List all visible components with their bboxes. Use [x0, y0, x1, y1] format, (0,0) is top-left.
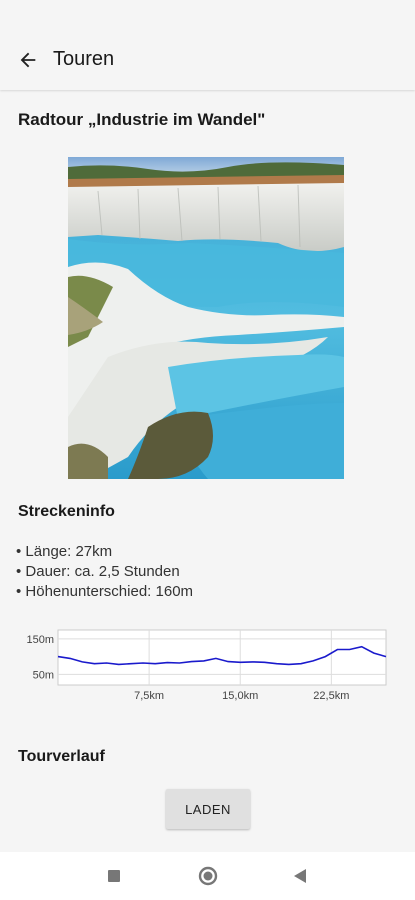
- x-tick-label: 7,5km: [134, 690, 164, 702]
- load-button[interactable]: LADEN: [166, 789, 250, 829]
- route-elevation-diff: • Höhenunterschied: 160m: [16, 583, 194, 600]
- tour-title: Radtour „Industrie im Wandel": [18, 110, 266, 129]
- y-tick-label: 150m: [26, 634, 54, 646]
- circle-icon: [198, 866, 218, 886]
- page-title: Touren: [53, 48, 115, 70]
- back-button[interactable]: [12, 44, 44, 76]
- route-info-heading: Streckeninfo: [18, 503, 115, 520]
- square-icon: [108, 870, 120, 882]
- tour-image: [68, 157, 344, 479]
- screen: Touren Radtour „Industrie im Wandel" Str…: [0, 0, 415, 900]
- triangle-back-icon: [294, 869, 306, 883]
- route-info-list: • Länge: 27km • Dauer: ca. 2,5 Stunden •…: [16, 542, 193, 602]
- tour-route-heading: Tourverlauf: [18, 748, 105, 765]
- y-tick-label: 50m: [33, 669, 54, 681]
- system-nav-bar: [0, 852, 415, 900]
- system-back-button[interactable]: [288, 864, 312, 888]
- app-bar: Touren: [0, 0, 415, 90]
- x-tick-label: 22,5km: [313, 690, 349, 702]
- y-axis-labels: 150m 50m: [26, 634, 54, 681]
- route-duration: • Dauer: ca. 2,5 Stunden: [16, 563, 180, 580]
- x-tick-label: 15,0km: [222, 690, 258, 702]
- route-length: • Länge: 27km: [16, 543, 113, 560]
- arrow-left-icon: [20, 52, 36, 68]
- elevation-chart: 150m 50m 7,5km 15,0km 22,5km: [26, 629, 387, 702]
- home-button[interactable]: [196, 864, 220, 888]
- x-axis-labels: 7,5km 15,0km 22,5km: [134, 690, 349, 702]
- recent-apps-button[interactable]: [102, 864, 126, 888]
